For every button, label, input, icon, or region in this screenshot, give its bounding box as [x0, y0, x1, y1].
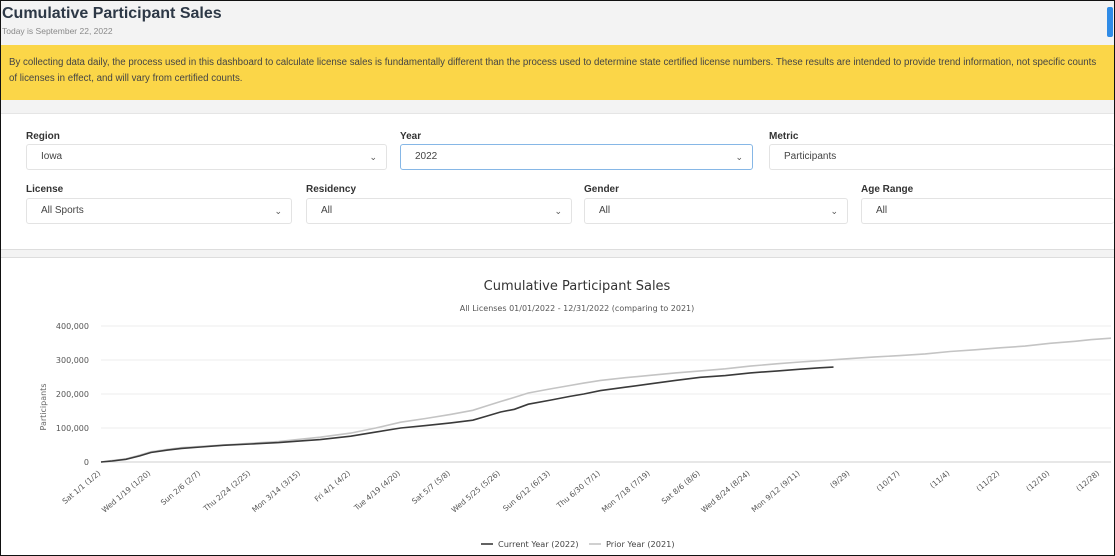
chevron-down-icon: ⌄ — [554, 206, 562, 216]
y-tick-label: 0 — [84, 458, 89, 467]
metric-select[interactable]: Participants — [769, 144, 1114, 170]
legend-entry: Prior Year (2021) — [606, 539, 675, 549]
x-tick-label: (9/29) — [828, 469, 851, 491]
y-tick-label: 200,000 — [56, 390, 89, 399]
x-tick-label: (11/22) — [974, 469, 1001, 494]
x-tick-label: Sun 6/12 (6/13) — [501, 469, 552, 514]
notice-text: By collecting data daily, the process us… — [9, 57, 1097, 84]
metric-label: Metric — [769, 131, 799, 142]
notice-banner: By collecting data daily, the process us… — [1, 45, 1114, 100]
legend-entry: Current Year (2022) — [498, 539, 579, 549]
x-tick-label: (12/10) — [1024, 469, 1051, 494]
x-tick-label: Mon 7/18 (7/19) — [600, 469, 652, 515]
series-layer — [100, 337, 1112, 463]
region-select[interactable]: Iowa ⌄ — [26, 144, 387, 170]
x-tick-layer: Sat 1/1 (1/2)Wed 1/19 (1/20) Sun 2/6 (2/7… — [60, 469, 1101, 515]
page-title: Cumulative Participant Sales — [2, 5, 222, 22]
legend: Current Year (2022) Prior Year (2021) — [481, 539, 675, 549]
x-tick-label: Mon 3/14 (3/15) — [250, 469, 302, 515]
date-text: Today is September 22, 2022 — [2, 26, 113, 36]
x-tick-label: Sun 2/6 (2/7) — [159, 469, 202, 507]
series-line — [100, 366, 834, 463]
x-tick-label: Sat 8/6 (8/6) — [660, 469, 702, 506]
chevron-down-icon: ⌄ — [274, 206, 282, 216]
scrollbar-thumb[interactable] — [1107, 7, 1113, 37]
age-range-label: Age Range — [861, 184, 914, 195]
x-tick-label: Wed 5/25 (5/26) — [450, 469, 502, 515]
chart-panel: Cumulative Participant Sales All License… — [1, 257, 1114, 555]
dashboard-frame: Cumulative Participant Sales Today is Se… — [0, 0, 1115, 556]
residency-select[interactable]: All ⌄ — [306, 198, 572, 224]
y-tick-label: 100,000 — [56, 424, 89, 433]
chevron-down-icon: ⌄ — [369, 152, 377, 162]
chevron-down-icon: ⌄ — [830, 206, 838, 216]
metric-value: Participants — [784, 151, 837, 162]
age-range-select[interactable]: All — [861, 198, 1114, 224]
year-label: Year — [400, 131, 422, 142]
y-tick-label: 400,000 — [56, 322, 89, 331]
x-tick-label: Wed 8/24 (8/24) — [699, 469, 751, 515]
x-tick-label: Mon 9/12 (9/11) — [750, 469, 802, 515]
year-value: 2022 — [415, 151, 438, 162]
gender-value: All — [599, 205, 611, 216]
x-tick-label: Thu 2/24 (2/25) — [201, 469, 252, 514]
age-range-value: All — [876, 205, 888, 216]
y-tick-layer: 0 100,000 200,000 300,000 400,000 — [56, 322, 89, 467]
region-value: Iowa — [41, 151, 63, 162]
x-tick-label: Tue 4/19 (4/20) — [352, 469, 402, 513]
y-axis-label: Participants — [39, 384, 48, 431]
license-value: All Sports — [41, 205, 84, 216]
x-tick-label: Sat 5/7 (5/8) — [410, 469, 452, 506]
x-tick-label: (12/28) — [1074, 469, 1101, 494]
x-tick-label: (10/17) — [875, 469, 902, 494]
gender-label: Gender — [584, 184, 620, 195]
region-label: Region — [26, 131, 60, 142]
cumulative-sales-chart: Cumulative Participant Sales All License… — [39, 279, 1112, 549]
x-tick-label: Wed 1/19 (1/20) — [100, 469, 152, 515]
grid-layer — [101, 325, 1111, 463]
x-tick-label: Sat 1/1 (1/2) — [60, 469, 102, 506]
chart-title: Cumulative Participant Sales — [484, 279, 671, 294]
chevron-down-icon: ⌄ — [735, 152, 743, 162]
gender-select[interactable]: All ⌄ — [584, 198, 848, 224]
x-tick-label: (11/4) — [928, 469, 951, 491]
filter-panel: Region Iowa ⌄ Year 2022 ⌄ Metric Partici… — [1, 113, 1114, 250]
chart-subtitle: All Licenses 01/01/2022 - 12/31/2022 (co… — [460, 304, 695, 313]
license-label: License — [26, 184, 64, 195]
x-tick-label: Fri 4/1 (4/2) — [313, 469, 352, 504]
license-select[interactable]: All Sports ⌄ — [26, 198, 292, 224]
x-tick-label: Thu 6/30 (7/1) — [554, 469, 602, 511]
year-select[interactable]: 2022 ⌄ — [400, 144, 753, 170]
residency-label: Residency — [306, 184, 357, 195]
y-tick-label: 300,000 — [56, 356, 89, 365]
residency-value: All — [321, 205, 333, 216]
header: Cumulative Participant Sales Today is Se… — [1, 1, 1114, 41]
